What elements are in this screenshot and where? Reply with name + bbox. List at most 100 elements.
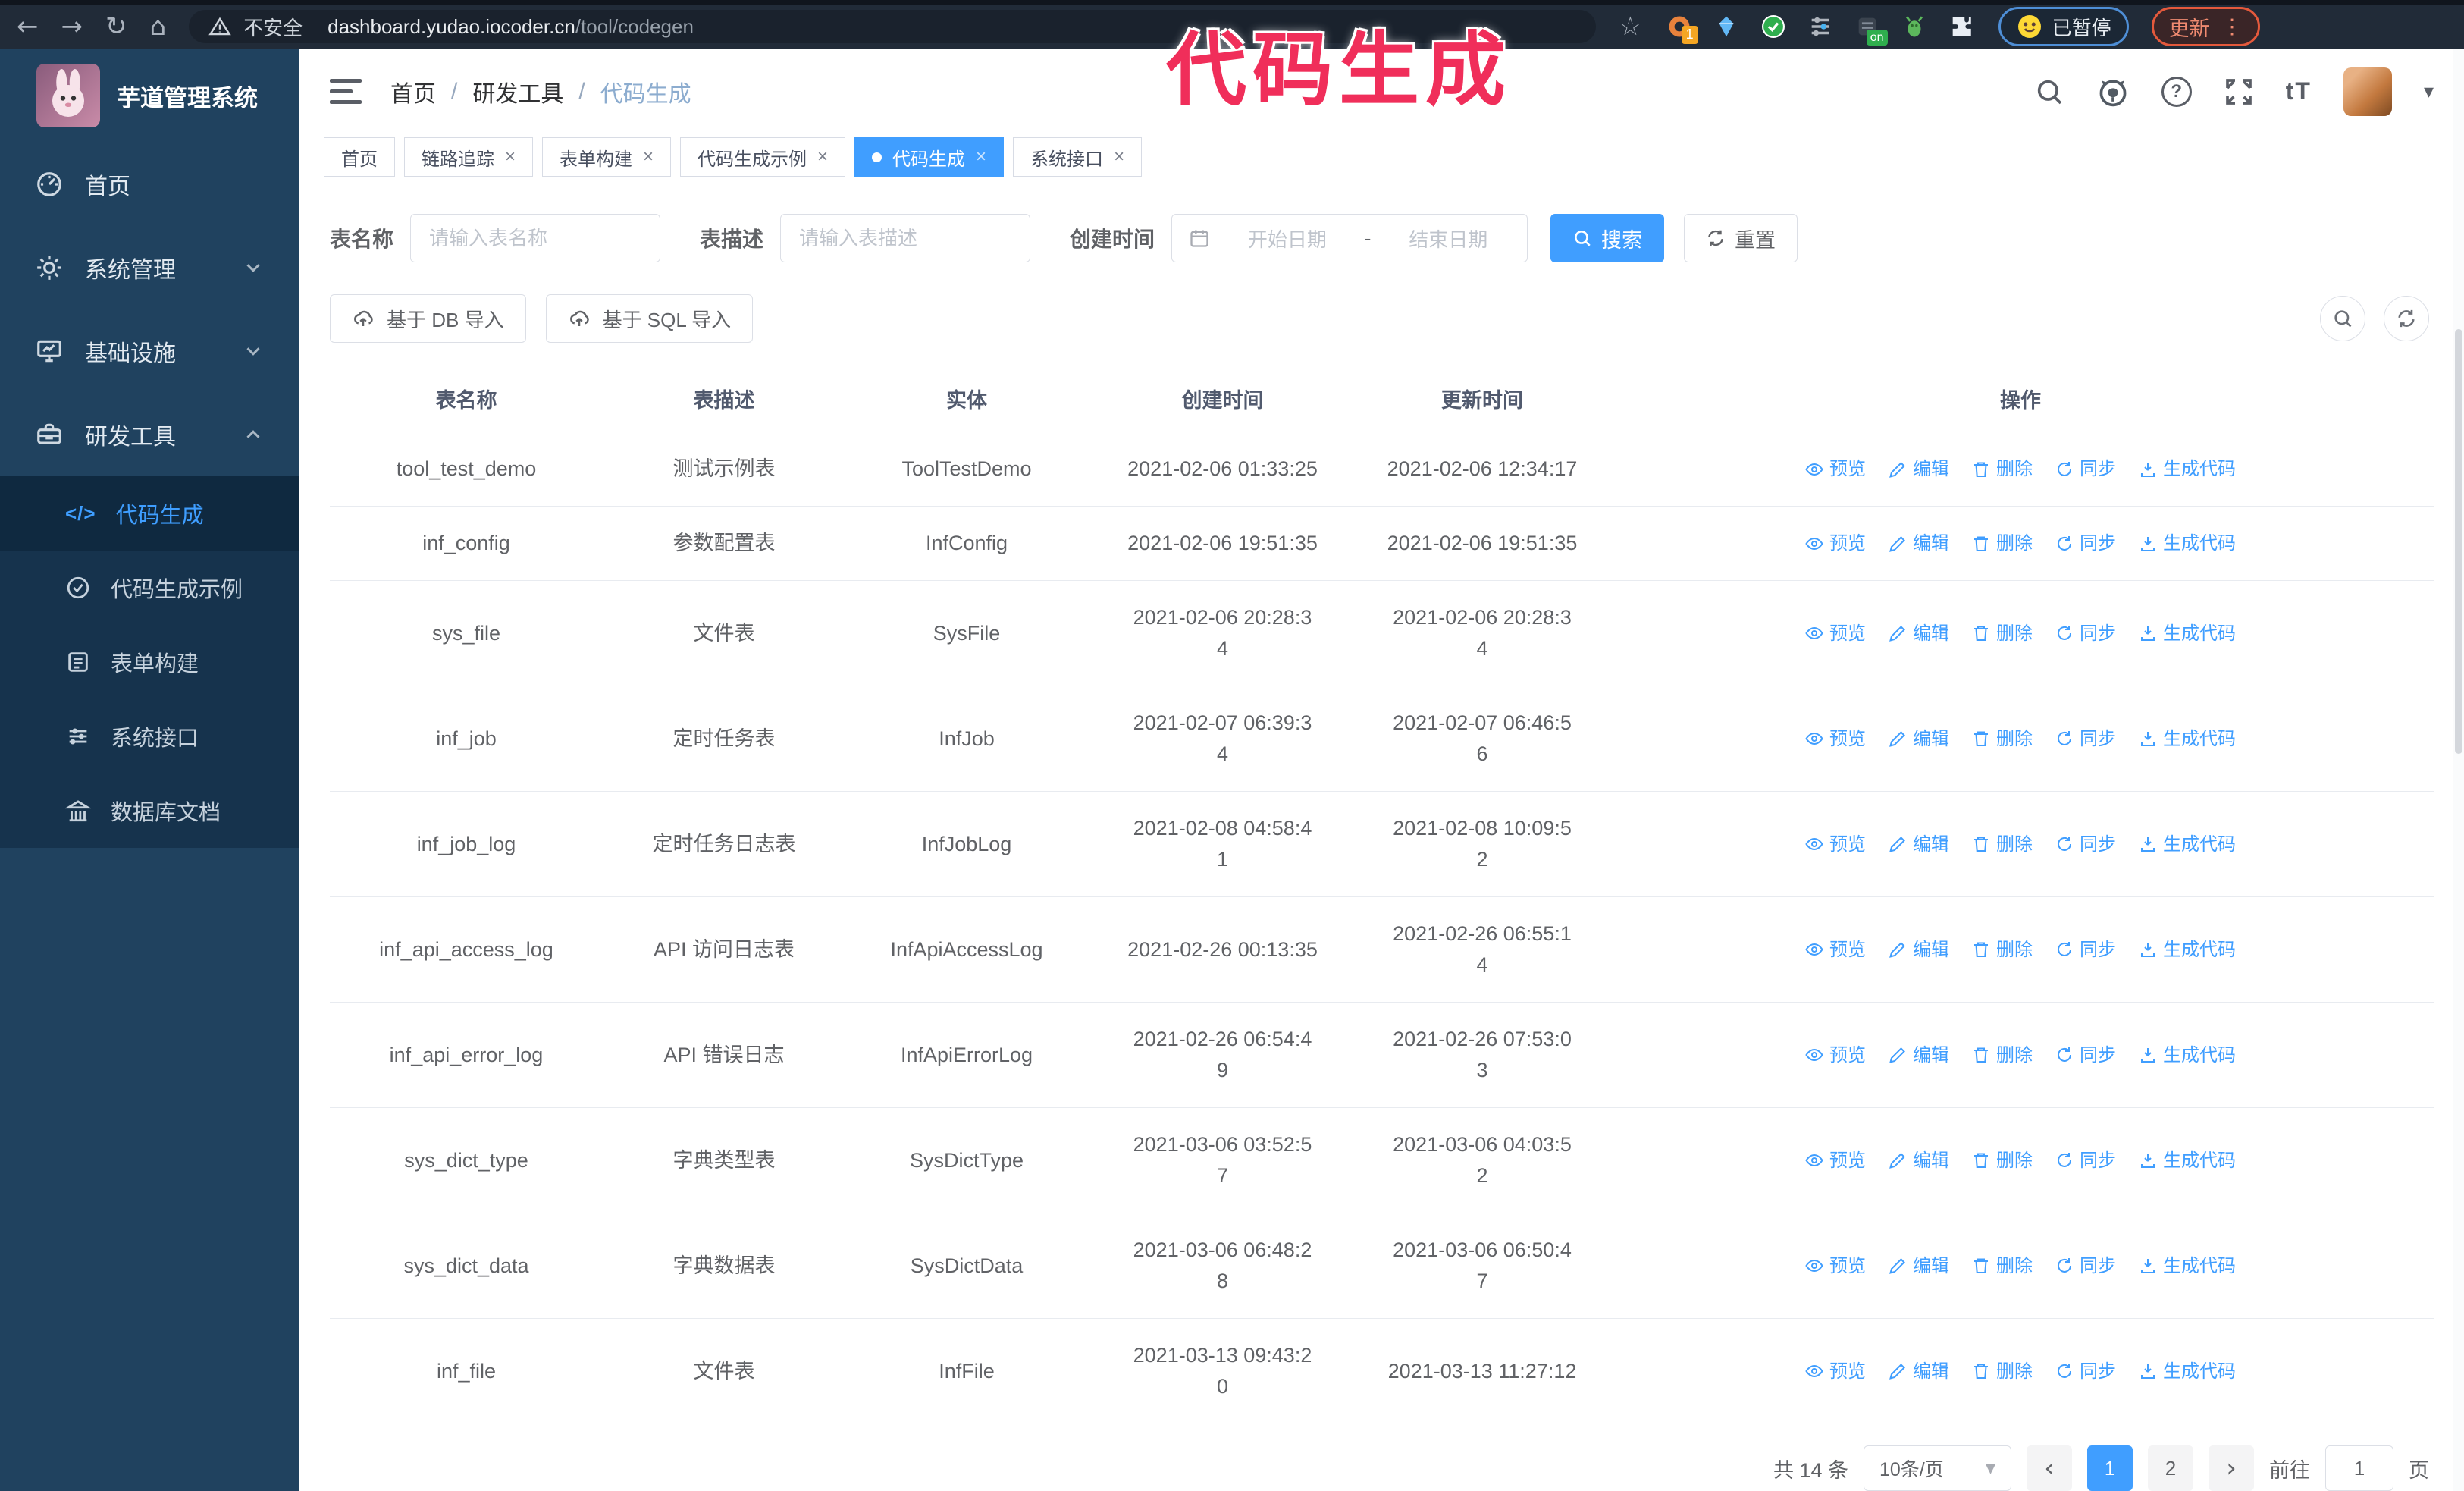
- action-delete[interactable]: 删除: [1972, 1145, 2033, 1176]
- table-name-input[interactable]: [410, 214, 661, 262]
- action-generate[interactable]: 生成代码: [2139, 1145, 2236, 1176]
- action-delete[interactable]: 删除: [1972, 454, 2033, 485]
- action-preview[interactable]: 预览: [1805, 724, 1866, 755]
- action-preview[interactable]: 预览: [1805, 829, 1866, 860]
- action-preview[interactable]: 预览: [1805, 1145, 1866, 1176]
- toggle-search-button[interactable]: [2320, 296, 2365, 341]
- bookmark-star-icon[interactable]: [1619, 14, 1641, 39]
- action-generate[interactable]: 生成代码: [2139, 934, 2236, 965]
- action-preview[interactable]: 预览: [1805, 1251, 1866, 1282]
- sidebar-subitem-codegen[interactable]: 代码生成: [0, 476, 299, 551]
- import-sql-button[interactable]: 基于 SQL 导入: [545, 294, 754, 343]
- sidebar-item-infra[interactable]: 基础设施: [0, 309, 299, 393]
- action-delete[interactable]: 删除: [1972, 528, 2033, 559]
- reset-button[interactable]: 重置: [1684, 214, 1798, 262]
- action-edit[interactable]: 编辑: [1889, 1251, 1949, 1282]
- action-sync[interactable]: 同步: [2055, 1040, 2116, 1071]
- action-sync[interactable]: 同步: [2055, 528, 2116, 559]
- action-sync[interactable]: 同步: [2055, 1145, 2116, 1176]
- extension-dark-icon[interactable]: on: [1853, 12, 1888, 46]
- avatar[interactable]: [2343, 67, 2392, 116]
- action-delete[interactable]: 删除: [1972, 618, 2033, 649]
- action-generate[interactable]: 生成代码: [2139, 528, 2236, 559]
- tab-codegen[interactable]: 代码生成: [854, 137, 1005, 177]
- tab-codegen-example[interactable]: 代码生成示例: [680, 137, 846, 177]
- refresh-table-button[interactable]: [2384, 296, 2429, 341]
- action-sync[interactable]: 同步: [2055, 618, 2116, 649]
- action-sync[interactable]: 同步: [2055, 829, 2116, 860]
- search-icon[interactable]: [2034, 77, 2064, 107]
- help-icon[interactable]: [2161, 76, 2192, 107]
- extension-sliders-icon[interactable]: [1806, 12, 1835, 41]
- action-preview[interactable]: 预览: [1805, 1356, 1866, 1387]
- action-edit[interactable]: 编辑: [1889, 528, 1949, 559]
- action-generate[interactable]: 生成代码: [2139, 1251, 2236, 1282]
- action-preview[interactable]: 预览: [1805, 618, 1866, 649]
- action-edit[interactable]: 编辑: [1889, 724, 1949, 755]
- breadcrumb-home[interactable]: 首页: [390, 75, 436, 108]
- close-icon[interactable]: [1114, 148, 1124, 166]
- action-edit[interactable]: 编辑: [1889, 829, 1949, 860]
- sidebar-item-system[interactable]: 系统管理: [0, 226, 299, 309]
- import-db-button[interactable]: 基于 DB 导入: [330, 294, 526, 343]
- sidebar-subitem-system-api[interactable]: 系统接口: [0, 699, 299, 774]
- tab-tracing[interactable]: 链路追踪: [404, 137, 534, 177]
- profile-paused-pill[interactable]: 已暂停: [1998, 7, 2129, 46]
- chevron-down-icon[interactable]: [2424, 80, 2434, 103]
- close-icon[interactable]: [817, 148, 828, 166]
- breadcrumb-devtools[interactable]: 研发工具: [472, 75, 563, 108]
- action-sync[interactable]: 同步: [2055, 454, 2116, 485]
- action-delete[interactable]: 删除: [1972, 829, 2033, 860]
- extensions-puzzle-icon[interactable]: [1947, 12, 1976, 41]
- next-page-button[interactable]: [2209, 1445, 2254, 1491]
- sidebar-item-devtools[interactable]: 研发工具: [0, 393, 299, 476]
- fullscreen-icon[interactable]: [2224, 77, 2254, 107]
- browser-back-icon[interactable]: [17, 14, 39, 39]
- search-button[interactable]: 搜索: [1550, 214, 1665, 262]
- font-size-icon[interactable]: [2286, 77, 2312, 105]
- window-scrollbar[interactable]: [2453, 49, 2464, 1491]
- extension-mantis-icon[interactable]: [1900, 12, 1929, 41]
- action-edit[interactable]: 编辑: [1889, 1040, 1949, 1071]
- close-icon[interactable]: [505, 148, 516, 166]
- action-generate[interactable]: 生成代码: [2139, 1356, 2236, 1387]
- page-button-1[interactable]: 1: [2087, 1445, 2133, 1491]
- action-edit[interactable]: 编辑: [1889, 618, 1949, 649]
- sidebar-subitem-codegen-example[interactable]: 代码生成示例: [0, 551, 299, 625]
- table-desc-input[interactable]: [780, 214, 1031, 262]
- sidebar-item-home[interactable]: 首页: [0, 143, 299, 226]
- extension-gem-icon[interactable]: [1712, 12, 1741, 41]
- tab-home[interactable]: 首页: [324, 137, 395, 177]
- action-generate[interactable]: 生成代码: [2139, 724, 2236, 755]
- action-delete[interactable]: 删除: [1972, 1251, 2033, 1282]
- tab-system-api[interactable]: 系统接口: [1013, 137, 1143, 177]
- action-generate[interactable]: 生成代码: [2139, 829, 2236, 860]
- action-edit[interactable]: 编辑: [1889, 454, 1949, 485]
- action-sync[interactable]: 同步: [2055, 1356, 2116, 1387]
- browser-reload-icon[interactable]: [105, 14, 127, 39]
- action-edit[interactable]: 编辑: [1889, 934, 1949, 965]
- browser-menu-icon[interactable]: [2222, 15, 2243, 39]
- action-sync[interactable]: 同步: [2055, 1251, 2116, 1282]
- action-preview[interactable]: 预览: [1805, 454, 1866, 485]
- action-delete[interactable]: 删除: [1972, 1356, 2033, 1387]
- sidebar-subitem-form-builder[interactable]: 表单构建: [0, 625, 299, 699]
- tab-form-builder[interactable]: 表单构建: [542, 137, 672, 177]
- browser-home-icon[interactable]: [150, 14, 167, 39]
- action-sync[interactable]: 同步: [2055, 724, 2116, 755]
- action-preview[interactable]: 预览: [1805, 1040, 1866, 1071]
- goto-page-input[interactable]: [2325, 1445, 2393, 1491]
- prev-page-button[interactable]: [2027, 1445, 2072, 1491]
- action-sync[interactable]: 同步: [2055, 934, 2116, 965]
- browser-forward-icon[interactable]: [61, 14, 83, 39]
- action-edit[interactable]: 编辑: [1889, 1356, 1949, 1387]
- action-generate[interactable]: 生成代码: [2139, 1040, 2236, 1071]
- close-icon[interactable]: [643, 148, 654, 166]
- scrollbar-thumb[interactable]: [2455, 329, 2462, 754]
- hamburger-icon[interactable]: [330, 79, 362, 105]
- action-generate[interactable]: 生成代码: [2139, 454, 2236, 485]
- date-range-picker[interactable]: 开始日期 - 结束日期: [1171, 214, 1528, 262]
- page-size-select[interactable]: 10条/页: [1864, 1445, 2011, 1491]
- github-icon[interactable]: [2096, 75, 2130, 108]
- action-delete[interactable]: 删除: [1972, 934, 2033, 965]
